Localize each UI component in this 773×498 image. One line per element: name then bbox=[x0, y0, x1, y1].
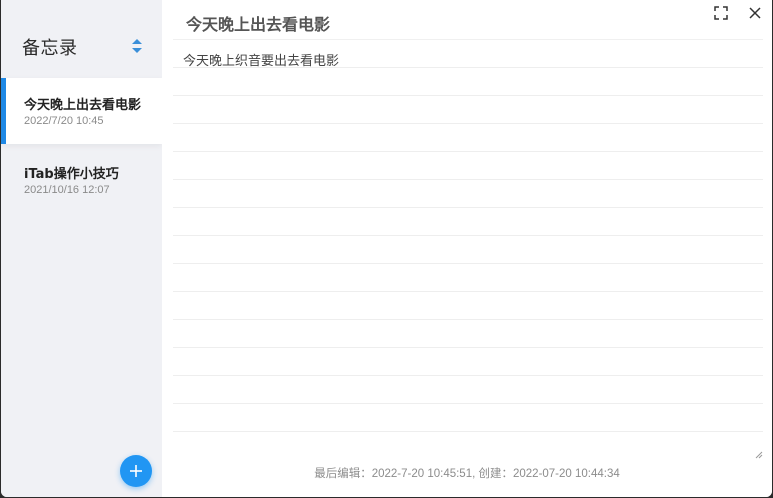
note-item[interactable]: 今天晚上出去看电影 2022/7/20 10:45 bbox=[1, 78, 162, 144]
note-editor[interactable]: 今天晚上织音要出去看电影 bbox=[173, 39, 763, 459]
note-date: 2022/7/20 10:45 bbox=[24, 115, 104, 127]
sort-icon[interactable] bbox=[131, 39, 143, 53]
note-heading[interactable]: 今天晚上出去看电影 bbox=[186, 11, 330, 35]
note-title: iTab操作小技巧 bbox=[24, 167, 119, 182]
editor-panel: 今天晚上出去看电影 今天晚上织音要出去看电影 最后编辑：2022-7-20 10… bbox=[162, 0, 772, 497]
note-title: 今天晚上出去看电影 bbox=[24, 98, 142, 113]
close-button[interactable] bbox=[746, 4, 764, 22]
memo-window: 备忘录 今天晚上出去看电影 2022/7/20 10:45 iTab操作小技巧 … bbox=[1, 0, 772, 497]
note-meta: 最后编辑：2022-7-20 10:45:51, 创建：2022-07-20 1… bbox=[314, 468, 620, 480]
close-icon bbox=[749, 7, 761, 19]
add-note-button[interactable] bbox=[120, 455, 152, 487]
plus-icon bbox=[130, 465, 142, 477]
note-item[interactable]: iTab操作小技巧 2021/10/16 12:07 bbox=[1, 147, 162, 213]
window-controls bbox=[712, 4, 764, 22]
note-content[interactable]: 今天晚上织音要出去看电影 bbox=[183, 50, 339, 69]
sidebar-title: 备忘录 bbox=[22, 38, 78, 59]
fullscreen-button[interactable] bbox=[712, 4, 730, 22]
resize-grip-icon[interactable] bbox=[753, 449, 763, 459]
sidebar: 备忘录 今天晚上出去看电影 2022/7/20 10:45 iTab操作小技巧 … bbox=[1, 0, 162, 497]
fullscreen-icon bbox=[714, 6, 728, 20]
note-date: 2021/10/16 12:07 bbox=[24, 184, 110, 196]
